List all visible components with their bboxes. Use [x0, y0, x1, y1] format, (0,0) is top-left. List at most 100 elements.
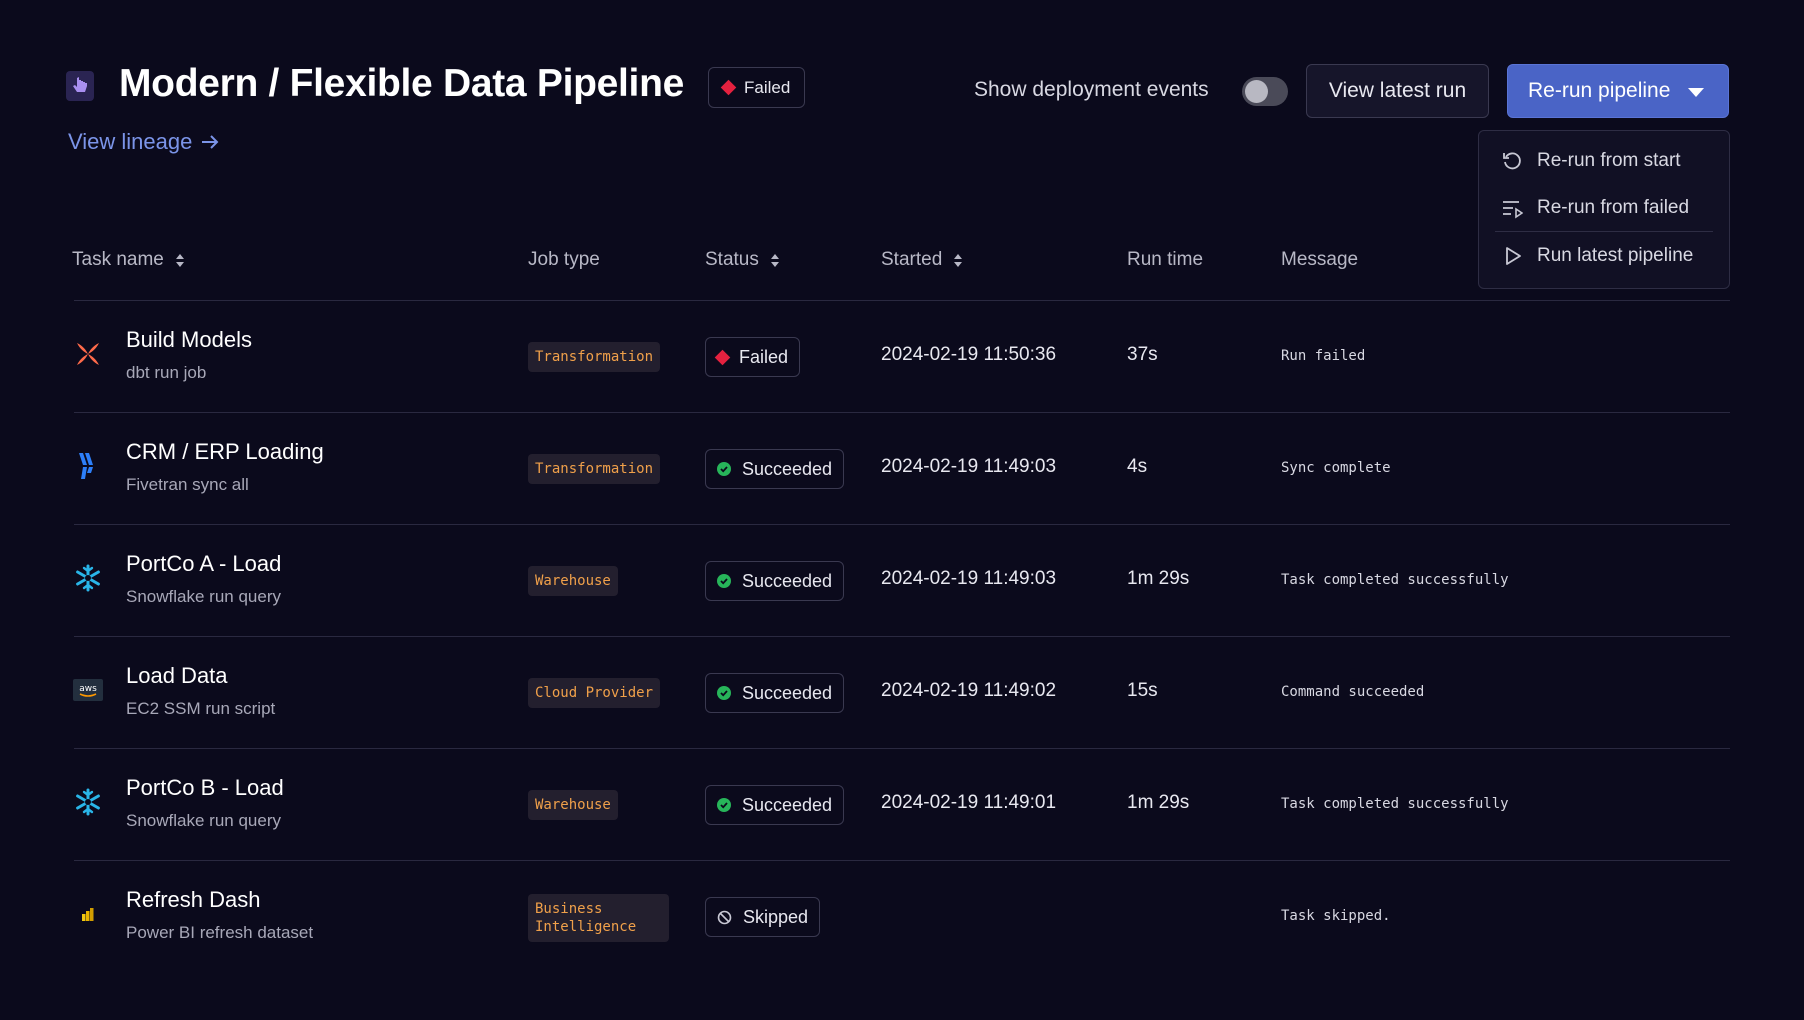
play-icon — [1501, 245, 1523, 267]
column-header-label: Message — [1281, 249, 1359, 270]
table-row[interactable]: PortCo B - Load Snowflake run query Ware… — [0, 749, 1804, 861]
success-check-icon — [717, 462, 731, 476]
column-header-label: Task name — [72, 249, 164, 270]
view-lineage-link[interactable]: View lineage — [68, 129, 220, 155]
job-type-badge: Business Intelligence — [528, 894, 669, 942]
job-type-badge: Transformation — [528, 454, 661, 484]
status-badge: Succeeded — [705, 673, 845, 713]
arrow-right-icon — [202, 135, 219, 149]
aws-icon: aws — [73, 675, 103, 705]
menu-item-label: Re-run from failed — [1537, 196, 1690, 218]
chevron-down-icon — [1688, 88, 1704, 97]
task-subtitle: Fivetran sync all — [126, 475, 249, 494]
status-label: Succeeded — [742, 794, 833, 815]
menu-item-run-latest-pipeline[interactable]: Run latest pipeline — [1495, 232, 1713, 279]
toggle-knob — [1245, 80, 1268, 103]
message: Sync complete — [1281, 460, 1391, 476]
status-label: Skipped — [743, 906, 809, 927]
deployment-events-toggle[interactable] — [1242, 77, 1288, 106]
success-check-icon — [717, 686, 731, 700]
column-header-label: Status — [705, 249, 759, 270]
list-play-icon — [1501, 197, 1523, 219]
menu-item-rerun-from-start[interactable]: Re-run from start — [1495, 137, 1713, 184]
menu-item-rerun-from-failed[interactable]: Re-run from failed — [1495, 184, 1713, 231]
status-label: Succeeded — [742, 458, 833, 479]
task-name: CRM / ERP Loading — [126, 439, 324, 464]
rerun-pipeline-button[interactable]: Re-run pipeline — [1507, 64, 1729, 118]
snowflake-icon — [73, 563, 103, 593]
status-badge: Succeeded — [705, 785, 845, 825]
column-header-message: Message — [1281, 249, 1358, 271]
pipeline-status-badge: Failed — [708, 67, 806, 108]
table-row[interactable]: aws Load Data EC2 SSM run script Cloud P… — [0, 637, 1804, 749]
message: Task completed successfully — [1281, 572, 1509, 588]
status-badge: Succeeded — [705, 449, 845, 489]
started-time: 2024-02-19 11:49:03 — [881, 568, 1057, 589]
column-header-job-type: Job type — [528, 249, 600, 271]
started-time: 2024-02-19 11:49:03 — [881, 456, 1057, 477]
status-badge: Skipped — [705, 897, 821, 937]
started-time: 2024-02-19 11:50:36 — [881, 344, 1057, 365]
success-check-icon — [717, 798, 731, 812]
table-row[interactable]: Refresh Dash Power BI refresh dataset Bu… — [0, 861, 1804, 973]
dbt-icon — [73, 339, 103, 369]
column-header-run-time: Run time — [1127, 249, 1203, 271]
snowflake-icon — [73, 787, 103, 817]
skipped-icon — [717, 910, 732, 924]
run-time: 37s — [1127, 344, 1158, 365]
status-label: Failed — [739, 346, 789, 367]
task-subtitle: EC2 SSM run script — [126, 699, 276, 718]
pipeline-status-label: Failed — [744, 77, 791, 97]
job-type-line: Business — [535, 901, 603, 917]
table-row[interactable]: Build Models dbt run job Transformation … — [0, 301, 1804, 413]
run-time: 4s — [1127, 456, 1148, 477]
started-time: 2024-02-19 11:49:02 — [881, 680, 1057, 701]
restart-icon — [1501, 150, 1523, 172]
rerun-dropdown-menu: Re-run from start Re-run from failed Run… — [1478, 130, 1730, 289]
sort-icon — [954, 253, 963, 267]
table-row[interactable]: CRM / ERP Loading Fivetran sync all Tran… — [0, 413, 1804, 525]
sort-icon — [175, 253, 184, 267]
column-header-task-name[interactable]: Task name — [72, 249, 184, 271]
column-header-label: Run time — [1127, 249, 1204, 270]
page-title: Modern / Flexible Data Pipeline — [119, 62, 684, 105]
task-subtitle: Power BI refresh dataset — [126, 923, 314, 942]
task-name: Load Data — [126, 663, 228, 688]
column-header-status[interactable]: Status — [705, 249, 779, 271]
run-time: 15s — [1127, 680, 1158, 701]
pointer-hand-icon — [66, 71, 94, 101]
status-badge: Failed — [705, 337, 801, 377]
deployment-events-label: Show deployment events — [974, 78, 1209, 101]
job-type-badge: Warehouse — [528, 566, 618, 596]
task-name: Refresh Dash — [126, 887, 261, 912]
job-type-badge: Cloud Provider — [528, 678, 661, 708]
status-badge: Succeeded — [705, 561, 845, 601]
menu-item-label: Run latest pipeline — [1537, 244, 1694, 266]
task-subtitle: Snowflake run query — [126, 811, 281, 830]
table-row[interactable]: PortCo A - Load Snowflake run query Ware… — [0, 525, 1804, 637]
message: Command succeeded — [1281, 684, 1425, 700]
run-time: 1m 29s — [1127, 568, 1190, 589]
view-latest-run-button[interactable]: View latest run — [1306, 64, 1489, 118]
pipeline-page: Modern / Flexible Data Pipeline Failed V… — [0, 0, 1804, 1020]
run-time: 1m 29s — [1127, 792, 1190, 813]
started-time: 2024-02-19 11:49:01 — [881, 792, 1057, 813]
menu-item-label: Re-run from start — [1537, 149, 1681, 171]
status-label: Succeeded — [742, 570, 833, 591]
task-subtitle: dbt run job — [126, 363, 207, 382]
failed-diamond-icon — [720, 79, 737, 96]
fivetran-icon — [73, 451, 103, 481]
message: Task skipped. — [1281, 908, 1391, 924]
svg-text:aws: aws — [79, 684, 97, 694]
task-name: Build Models — [126, 327, 252, 352]
powerbi-icon — [73, 899, 103, 929]
task-subtitle: Snowflake run query — [126, 587, 281, 606]
column-header-label: Job type — [528, 249, 600, 270]
message: Run failed — [1281, 348, 1366, 364]
column-header-started[interactable]: Started — [881, 249, 963, 271]
task-name: PortCo A - Load — [126, 551, 282, 576]
job-type-line: Intelligence — [535, 919, 637, 935]
column-header-label: Started — [881, 249, 943, 270]
task-name: PortCo B - Load — [126, 775, 284, 800]
failed-diamond-icon — [714, 349, 731, 365]
